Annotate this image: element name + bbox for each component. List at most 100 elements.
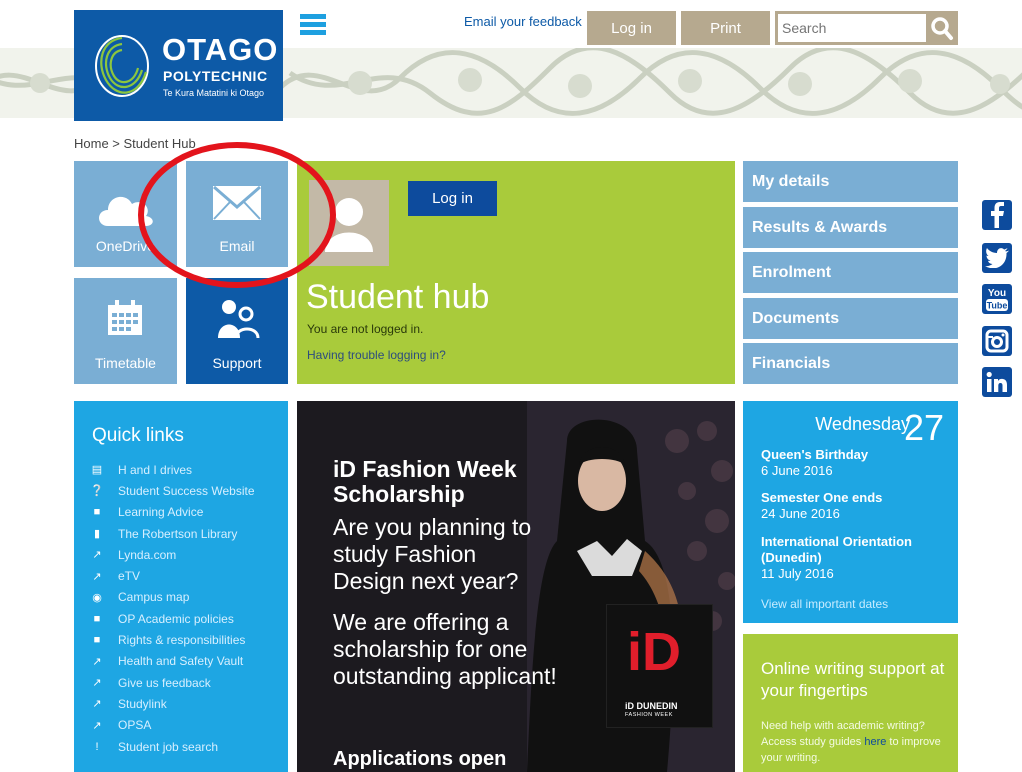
twitter-icon[interactable] [982,243,1012,273]
help-icon: ❔ [90,485,104,498]
external-link-icon: ↗ [92,719,102,732]
date-event[interactable]: International Orientation (Dunedin) 11 Ju… [761,534,941,582]
writing-support-panel: Online writing support at your fingertip… [743,634,958,772]
tile-support-label: Support [212,355,262,371]
envelope-icon [213,185,261,220]
banner-applications-open: Applications open [333,748,507,770]
external-link-icon: ↗ [92,570,102,583]
date-event[interactable]: Queen's Birthday 6 June 2016 [761,447,868,479]
quick-link-label: Campus map [118,590,190,605]
quick-link-item[interactable]: ↗ Lynda.com [90,544,255,565]
folder-icon: ■ [93,634,101,647]
avatar [309,180,389,266]
quick-link-label: H and I drives [118,462,193,477]
hub-login-button[interactable]: Log in [408,181,497,216]
hub-title: Student hub [306,278,490,316]
otago-polytechnic-logo[interactable]: OTAGO POLYTECHNIC Te Kura Matatini ki Ot… [74,10,283,121]
external-link-icon: ↗ [92,698,102,711]
tile-onedrive-label: OneDrive [95,238,156,254]
view-all-dates-link[interactable]: View all important dates [761,597,888,611]
quick-link-label: Health and Safety Vault [118,654,244,669]
book-icon: ▮ [93,528,101,541]
id-dunedin-bag-logo: iD iD DUNEDIN FASHION WEEK [606,604,713,728]
youtube-icon[interactable]: You Tube [982,284,1012,314]
quick-link-item[interactable]: ❔ Student Success Website [90,480,255,501]
search-icon[interactable] [929,14,955,42]
banner-text: iD Fashion Week Scholarship Are you plan… [333,457,563,690]
student-hub-panel: Log in Student hub You are not logged in… [297,161,735,384]
linkedin-icon[interactable] [982,367,1012,397]
side-nav-results-awards[interactable]: Results & Awards [743,206,958,248]
quick-link-label: Student job search [118,739,219,754]
quick-link-label: Rights & responsibilities [118,633,246,648]
side-nav-my-details[interactable]: My details [743,161,958,202]
quick-link-item[interactable]: ◉ Campus map [90,587,255,608]
quick-link-item[interactable]: ↗ Give us feedback [90,672,255,693]
facebook-icon[interactable] [982,200,1012,230]
quick-link-label: Studylink [118,696,167,711]
banner-offer: We are offering a scholarship for one ou… [333,609,557,689]
svg-text:You: You [988,288,1006,299]
quick-link-item[interactable]: ↗ eTV [90,565,255,586]
tile-onedrive[interactable]: OneDrive [74,161,177,267]
login-status-text: You are not logged in. [307,322,424,336]
tile-email[interactable]: Email [186,161,288,267]
quick-links-title: Quick links [92,425,184,446]
banner-title: iD Fashion Week Scholarship [333,456,517,507]
calendar-icon [108,300,142,335]
logo-title: OTAGO [162,32,279,67]
user-silhouette-icon [325,198,373,252]
quick-link-label: OP Academic policies [118,611,234,626]
hamburger-menu-icon[interactable] [300,14,326,36]
quick-link-item[interactable]: ↗ Studylink [90,693,255,714]
quick-link-item[interactable]: ↗ OPSA [90,715,255,736]
quick-link-label: Learning Advice [118,505,204,520]
quick-link-label: Student Success Website [118,483,255,498]
quick-link-label: Lynda.com [118,547,177,562]
current-weekday: Wednesday [815,414,910,434]
cloud-icon [99,196,153,226]
quick-link-item[interactable]: ▤ H and I drives [90,459,255,480]
logo-subtitle: POLYTECHNIC [163,68,268,84]
tile-email-label: Email [219,238,255,254]
trouble-logging-in-link[interactable]: Having trouble logging in? [307,348,446,362]
external-link-icon: ↗ [92,677,102,690]
tile-timetable-label: Timetable [95,355,156,371]
breadcrumb: Home > Student Hub [74,136,196,151]
tile-timetable[interactable]: Timetable [74,278,177,384]
svg-text:Tube: Tube [987,301,1008,311]
external-link-icon: ↗ [92,655,102,668]
quick-link-item[interactable]: ! Student job search [90,736,255,757]
side-nav-enrolment[interactable]: Enrolment [743,252,958,293]
side-nav-documents[interactable]: Documents [743,297,958,339]
quick-link-item[interactable]: ▮ The Robertson Library [90,523,255,544]
writing-support-title: Online writing support at your fingertip… [761,659,945,700]
print-button[interactable]: Print [681,11,770,45]
tile-support[interactable]: Support [186,278,288,384]
exclamation-icon: ! [95,740,99,753]
folder-icon: ■ [93,506,101,519]
quick-link-item[interactable]: ↗ Health and Safety Vault [90,651,255,672]
quick-link-item[interactable]: ■ Rights & responsibilities [90,629,255,650]
writing-guides-link[interactable]: here [864,736,886,748]
email-feedback-link[interactable]: Email your feedback [464,14,582,29]
search-box [775,11,958,45]
quick-link-item[interactable]: ■ Learning Advice [90,502,255,523]
quick-link-label: OPSA [118,718,152,733]
external-link-icon: ↗ [92,549,102,562]
date-event[interactable]: Semester One ends 24 June 2016 [761,490,882,522]
side-nav-financials[interactable]: Financials [743,343,958,384]
important-dates-panel: Wednesday 27 Queen's Birthday 6 June 2016… [743,401,958,623]
header-login-button[interactable]: Log in [587,11,676,45]
search-input[interactable] [778,14,926,42]
fashion-week-banner[interactable]: iD Fashion Week Scholarship Are you plan… [297,401,735,772]
instagram-icon[interactable] [982,326,1012,356]
globe-icon: ◉ [92,591,102,604]
drive-icon: ▤ [91,464,103,477]
logo-tagline: Te Kura Matatini ki Otago [163,88,265,98]
quick-link-item[interactable]: ■ OP Academic policies [90,608,255,629]
folder-icon: ■ [93,612,101,625]
banner-question: Are you planning to study Fashion Design… [333,514,532,594]
side-nav: My details Results & Awards Enrolment Do… [743,161,958,389]
logo-swirl-icon [95,35,149,97]
